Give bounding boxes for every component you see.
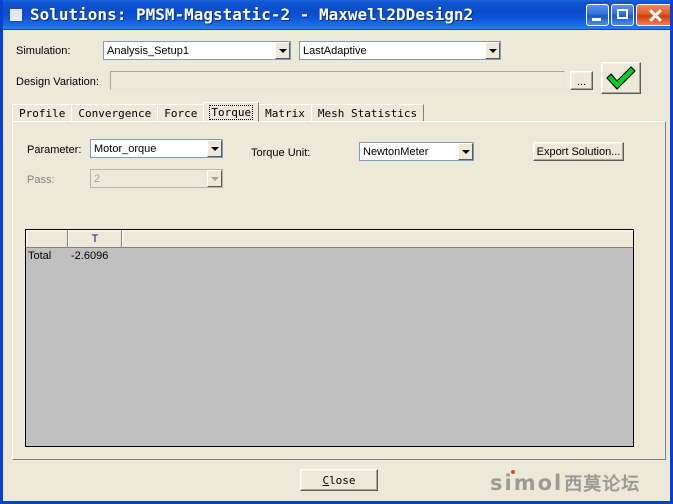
close-button-label: Close [322,473,356,487]
chevron-down-icon[interactable] [485,42,500,59]
adaptive-combo[interactable]: LastAdaptive [299,41,501,60]
grid-cell-name: Total [28,250,52,262]
torque-unit-combo-value: NewtonMeter [363,145,429,158]
grid-header-t[interactable]: T [68,230,122,247]
grid-header-row: T [26,230,633,248]
browse-button[interactable]: ... [570,71,593,90]
export-solution-button[interactable]: Export Solution... [533,142,624,161]
simulation-label: Simulation: [16,45,71,57]
watermark-dot-icon [511,470,515,474]
title-bar: Solutions: PMSM-Magstatic-2 - Maxwell2DD… [3,0,670,30]
chevron-down-icon[interactable] [207,140,222,157]
design-variation-label: Design Variation: [16,76,99,88]
parameter-combo-value: Motor_orque [94,142,157,155]
adaptive-combo-value: LastAdaptive [303,44,367,57]
tab-matrix-label: Matrix [265,107,305,120]
grid-header-name[interactable] [26,230,68,247]
simulation-combo-value: Analysis_Setup1 [107,44,189,57]
pass-combo-value: 2 [94,172,101,185]
tab-force-label: Force [164,107,198,120]
simulation-combo[interactable]: Analysis_Setup1 [103,41,291,60]
torque-unit-combo[interactable]: NewtonMeter [359,142,474,161]
tab-strip[interactable]: Profile Convergence Force Torque Matrix … [12,102,425,122]
chevron-down-icon[interactable] [207,170,222,187]
parameter-combo[interactable]: Motor_orque [90,139,223,158]
close-button[interactable]: Close [300,469,378,491]
tab-convergence-label: Convergence [78,107,152,120]
maximize-button[interactable] [611,3,634,26]
tab-mesh-statistics-label: Mesh Statistics [317,107,418,120]
chevron-down-icon[interactable] [458,143,473,160]
grid-cell-t: -2.6096 [71,250,109,262]
results-grid[interactable]: T Total -2.6096 [25,229,634,447]
solutions-dialog: Solutions: PMSM-Magstatic-2 - Maxwell2DD… [0,0,673,504]
torque-unit-label: Torque Unit: [251,147,311,159]
watermark: simol 西莫论坛 [490,470,666,496]
watermark-cjk: 西莫论坛 [564,474,641,495]
tab-torque[interactable]: Torque [203,102,260,122]
tab-profile[interactable]: Profile [12,104,73,122]
design-variation-input[interactable] [110,71,565,90]
window-title: Solutions: PMSM-Magstatic-2 - Maxwell2DD… [30,4,474,24]
tab-matrix[interactable]: Matrix [258,104,312,122]
validate-button[interactable] [601,62,641,94]
tab-convergence[interactable]: Convergence [71,104,159,122]
window-icon [9,7,23,22]
chevron-down-icon[interactable] [275,42,290,59]
green-check-icon [606,66,636,90]
parameter-label: Parameter: [27,144,82,156]
table-row[interactable]: Total -2.6096 [26,248,633,264]
tab-torque-label: Torque [209,104,254,120]
pass-label: Pass: [27,174,55,186]
close-window-button[interactable] [636,3,670,26]
tab-force[interactable]: Force [157,104,205,122]
grid-header-blank[interactable] [122,230,633,247]
pass-combo[interactable]: 2 [90,169,223,188]
minimize-button[interactable] [586,3,609,26]
tab-mesh-statistics[interactable]: Mesh Statistics [310,104,425,122]
watermark-latin: simol [490,471,564,495]
tab-profile-label: Profile [19,107,66,120]
